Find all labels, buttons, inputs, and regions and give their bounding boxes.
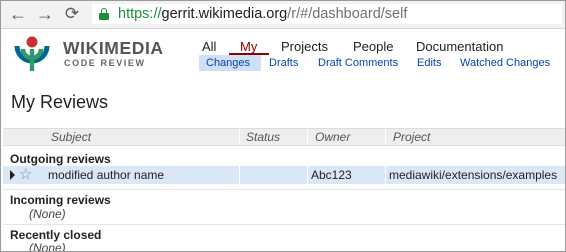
submenu-drafts[interactable]: Drafts bbox=[269, 57, 298, 69]
column-divider bbox=[385, 166, 386, 184]
row-project[interactable]: mediawiki/extensions/examples bbox=[389, 168, 557, 182]
submenu-changes[interactable]: Changes bbox=[206, 57, 250, 69]
address-bar[interactable]: https://gerrit.wikimedia.org/r/#/dashboa… bbox=[92, 4, 562, 24]
table-header: Subject Status Owner Project bbox=[3, 128, 565, 146]
column-header-status[interactable]: Status bbox=[246, 130, 280, 144]
brand-subtitle: CODE REVIEW bbox=[64, 58, 146, 68]
row-pointer-icon bbox=[10, 170, 15, 180]
reload-icon[interactable]: ⟳ bbox=[61, 3, 83, 25]
forward-arrow-icon[interactable]: → bbox=[34, 3, 56, 25]
section-recently-closed: Recently closed bbox=[10, 228, 102, 242]
menu-my[interactable]: My bbox=[240, 39, 257, 54]
back-arrow-icon[interactable]: ← bbox=[7, 3, 29, 25]
section-outgoing-reviews: Outgoing reviews bbox=[10, 152, 111, 166]
column-divider bbox=[239, 129, 240, 145]
submenu-edits[interactable]: Edits bbox=[417, 57, 441, 69]
column-header-owner[interactable]: Owner bbox=[315, 130, 350, 144]
section-divider bbox=[3, 224, 565, 225]
recent-empty-text: (None) bbox=[29, 241, 66, 252]
column-header-project[interactable]: Project bbox=[393, 130, 430, 144]
section-divider bbox=[3, 189, 565, 190]
page-title: My Reviews bbox=[11, 92, 109, 112]
wikimedia-logo-icon[interactable] bbox=[12, 33, 52, 73]
column-divider bbox=[239, 166, 240, 184]
table-row[interactable]: ☆ modified author name Abc123 mediawiki/… bbox=[3, 166, 565, 184]
submenu-watched-changes[interactable]: Watched Changes bbox=[460, 57, 550, 69]
star-icon[interactable]: ☆ bbox=[19, 166, 32, 183]
url-host: gerrit.wikimedia.org bbox=[161, 6, 288, 22]
menu-documentation[interactable]: Documentation bbox=[416, 39, 503, 54]
brand-name[interactable]: WIKIMEDIA bbox=[63, 38, 164, 59]
browser-window: ← → ⟳ https://gerrit.wikimedia.org/r/#/d… bbox=[0, 0, 566, 252]
column-divider bbox=[385, 129, 386, 145]
menu-all[interactable]: All bbox=[202, 39, 216, 54]
column-divider bbox=[307, 166, 308, 184]
lock-icon bbox=[99, 8, 109, 20]
section-incoming-reviews: Incoming reviews bbox=[10, 193, 111, 207]
row-owner[interactable]: Abc123 bbox=[311, 168, 352, 182]
submenu-draft-comments[interactable]: Draft Comments bbox=[318, 57, 398, 69]
url-path: /r/#/dashboard/self bbox=[287, 6, 408, 22]
column-divider bbox=[307, 129, 308, 145]
menu-people[interactable]: People bbox=[353, 39, 393, 54]
incoming-empty-text: (None) bbox=[29, 207, 66, 221]
menu-projects[interactable]: Projects bbox=[281, 39, 328, 54]
browser-toolbar: ← → ⟳ https://gerrit.wikimedia.org/r/#/d… bbox=[1, 1, 565, 29]
url-scheme: https:// bbox=[118, 6, 162, 22]
row-subject[interactable]: modified author name bbox=[48, 168, 164, 182]
url-text[interactable]: https://gerrit.wikimedia.org/r/#/dashboa… bbox=[118, 5, 407, 23]
column-header-subject[interactable]: Subject bbox=[51, 130, 91, 144]
